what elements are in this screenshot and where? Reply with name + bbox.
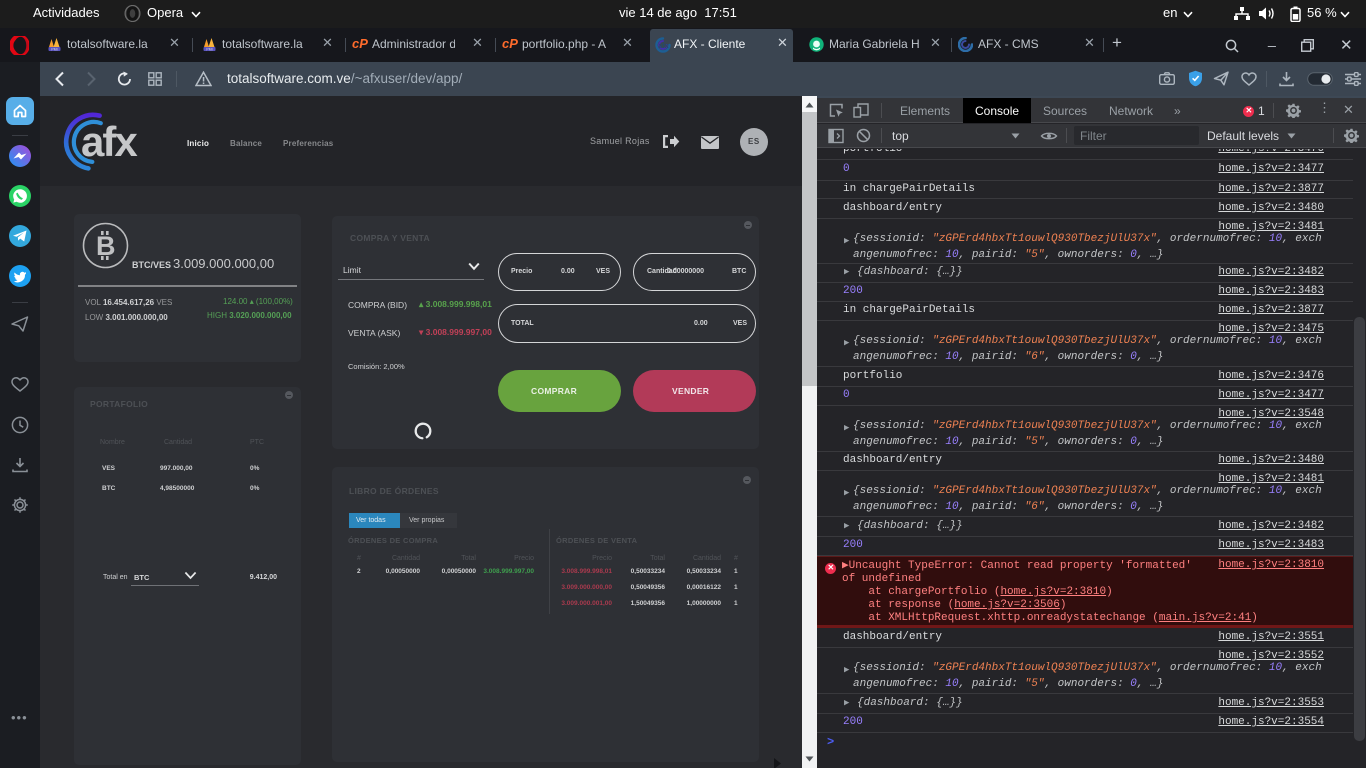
svg-text:PMI: PMI xyxy=(206,47,212,51)
svg-text:PMI: PMI xyxy=(51,47,57,51)
svg-text:B: B xyxy=(96,231,116,261)
svg-text:afx: afx xyxy=(659,43,669,50)
svg-text:afx: afx xyxy=(81,118,138,165)
